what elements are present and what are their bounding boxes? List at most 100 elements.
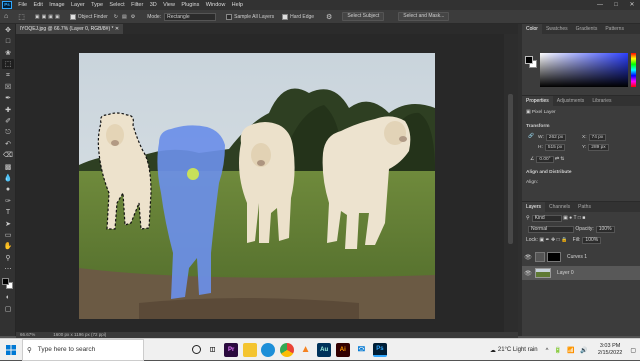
object-finder-toggle[interactable]: Object Finder (69, 13, 108, 20)
menu-image[interactable]: Image (46, 2, 68, 8)
menu-select[interactable]: Select (106, 2, 128, 8)
frame-tool-icon[interactable]: ☒ (2, 82, 14, 92)
height-field[interactable]: 515 px (544, 144, 566, 151)
path-selection-tool-icon[interactable]: ➤ (2, 219, 14, 229)
more-tools-icon[interactable]: ⋯ (2, 264, 14, 274)
canvas-area[interactable] (16, 34, 504, 332)
document-tab[interactable]: lYOQEJ.jpg @ 66.7% (Layer 0, RGB/8#) * ✕ (16, 24, 124, 34)
sample-all-layers-option[interactable]: Sample All Layers (226, 13, 274, 20)
zoom-tool-icon[interactable]: ⚲ (2, 253, 14, 263)
menu-type[interactable]: Type (88, 2, 106, 8)
audition-icon[interactable]: Au (317, 342, 332, 357)
edge-icon[interactable] (261, 342, 276, 357)
clock[interactable]: 3:03 PM 2/15/2022 (598, 343, 622, 357)
move-tool-icon[interactable]: ✥ (2, 25, 14, 35)
hand-tool-icon[interactable]: ✋ (2, 241, 14, 251)
y-field[interactable]: 289 px (588, 144, 609, 151)
fill-field[interactable]: 100% (582, 237, 602, 244)
object-selection-tool-icon[interactable]: ⬚ (2, 59, 14, 70)
flip-horizontal-icon[interactable]: ⇄ (555, 157, 559, 162)
tab-gradients[interactable]: Gradients (572, 24, 602, 34)
clone-stamp-tool-icon[interactable]: ⎋ (2, 128, 14, 138)
menu-view[interactable]: View (160, 2, 178, 8)
menu-help[interactable]: Help (228, 2, 246, 8)
tab-paths[interactable]: Paths (574, 202, 595, 212)
taskbar-search[interactable]: ⚲ Type here to search (22, 338, 144, 361)
tab-color[interactable]: Color (522, 24, 542, 34)
close-icon[interactable]: ✕ (624, 0, 640, 10)
menu-edit[interactable]: Edit (30, 2, 46, 8)
menu-window[interactable]: Window (203, 2, 229, 8)
explorer-icon[interactable] (242, 342, 257, 357)
x-field[interactable]: 74 px (588, 134, 607, 141)
type-tool-icon[interactable]: T (2, 207, 14, 217)
quick-mask-icon[interactable]: ◐ (2, 293, 14, 303)
menu-file[interactable]: File (15, 2, 30, 8)
cortana-icon[interactable] (192, 345, 201, 354)
refresh-icon[interactable]: ↻ (114, 14, 118, 20)
brush-tool-icon[interactable]: ✐ (2, 116, 14, 126)
color-field[interactable] (540, 53, 628, 87)
notifications-icon[interactable]: ▢ (630, 347, 636, 354)
menu-filter[interactable]: Filter (128, 2, 147, 8)
tab-layers[interactable]: Layers (522, 202, 546, 212)
object-finder-checkbox[interactable] (69, 13, 76, 20)
weather-text[interactable]: 21°C Light rain (498, 347, 538, 353)
opacity-field[interactable]: 100% (595, 226, 615, 233)
tab-adjustments[interactable]: Adjustments (553, 96, 589, 106)
foreground-color-swatch[interactable] (2, 277, 9, 285)
menu-plugins[interactable]: Plugins (178, 2, 202, 8)
dodge-tool-icon[interactable]: ● (2, 184, 14, 194)
minimize-icon[interactable]: — (592, 0, 608, 10)
tool-mode-icons[interactable]: ▣▣▣▣ (35, 14, 62, 20)
eyedropper-tool-icon[interactable]: ✒ (2, 93, 14, 103)
pen-tool-icon[interactable]: ✑ (2, 196, 14, 206)
vertical-scrollbar[interactable] (504, 34, 518, 332)
lasso-tool-icon[interactable]: ❀ (2, 48, 14, 58)
premiere-icon[interactable]: Pr (224, 342, 239, 357)
hard-edge-option[interactable]: Hard Edge (282, 13, 314, 20)
enhance-edge-icon[interactable]: ⚙ (326, 13, 332, 21)
tab-channels[interactable]: Channels (545, 202, 574, 212)
blur-tool-icon[interactable]: 💧 (2, 173, 14, 183)
illustrator-icon[interactable]: Ai (335, 342, 350, 357)
link-proportions-icon[interactable]: 🔗 (528, 134, 534, 139)
layer-row-curves[interactable]: 👁 Curves 1 (522, 250, 640, 264)
crop-tool-icon[interactable]: ⌗ (2, 71, 14, 81)
rectangle-tool-icon[interactable]: ▭ (2, 230, 14, 240)
width-field[interactable]: 262 px (545, 134, 567, 141)
eraser-tool-icon[interactable]: ⌫ (2, 150, 14, 160)
vlc-icon[interactable]: ▲ (299, 343, 313, 357)
weather-icon[interactable]: ☁ (490, 347, 496, 354)
mail-icon[interactable]: ✉ (354, 343, 368, 357)
kind-select[interactable]: Kind (531, 215, 562, 222)
maximize-icon[interactable]: □ (608, 0, 624, 10)
screen-mode-icon[interactable]: ▢ (2, 304, 14, 314)
gradient-tool-icon[interactable]: ▩ (2, 162, 14, 172)
menu-layer[interactable]: Layer (68, 2, 88, 8)
foreground-color-chip[interactable] (525, 56, 533, 64)
photoshop-icon[interactable]: Ps (372, 342, 387, 357)
marquee-tool-icon[interactable]: □ (2, 36, 14, 46)
healing-brush-tool-icon[interactable]: ✚ (2, 105, 14, 115)
tab-properties[interactable]: Properties (522, 96, 553, 106)
show-objects-icon[interactable]: ▤ (122, 14, 127, 20)
layer-row-layer0[interactable]: 👁 Layer 0 (522, 266, 640, 280)
visibility-eye-icon[interactable]: 👁 (524, 270, 532, 277)
task-view-icon[interactable]: ◫ (206, 343, 220, 357)
tab-patterns[interactable]: Patterns (601, 24, 628, 34)
tab-swatches[interactable]: Swatches (542, 24, 572, 34)
hard-edge-checkbox[interactable] (282, 13, 289, 20)
visibility-eye-icon[interactable]: 👁 (524, 254, 532, 261)
scrollbar-thumb[interactable] (508, 94, 513, 244)
hue-slider[interactable] (631, 53, 636, 87)
windows-start-icon[interactable] (0, 339, 22, 361)
tray-icons[interactable]: ^ 🔋 📶 🔊 (546, 347, 590, 354)
chrome-icon[interactable] (279, 342, 294, 357)
angle-field[interactable]: 0.00° (536, 156, 554, 163)
object-selection-tool-icon[interactable]: ⬚ (18, 13, 25, 21)
lock-icons[interactable]: ▣ ✒ ✥ □ 🔒 (539, 237, 567, 243)
blend-mode-select[interactable]: Normal (528, 226, 574, 233)
mode-select[interactable]: Rectangle (164, 12, 217, 21)
select-subject-button[interactable]: Select Subject (342, 12, 385, 21)
